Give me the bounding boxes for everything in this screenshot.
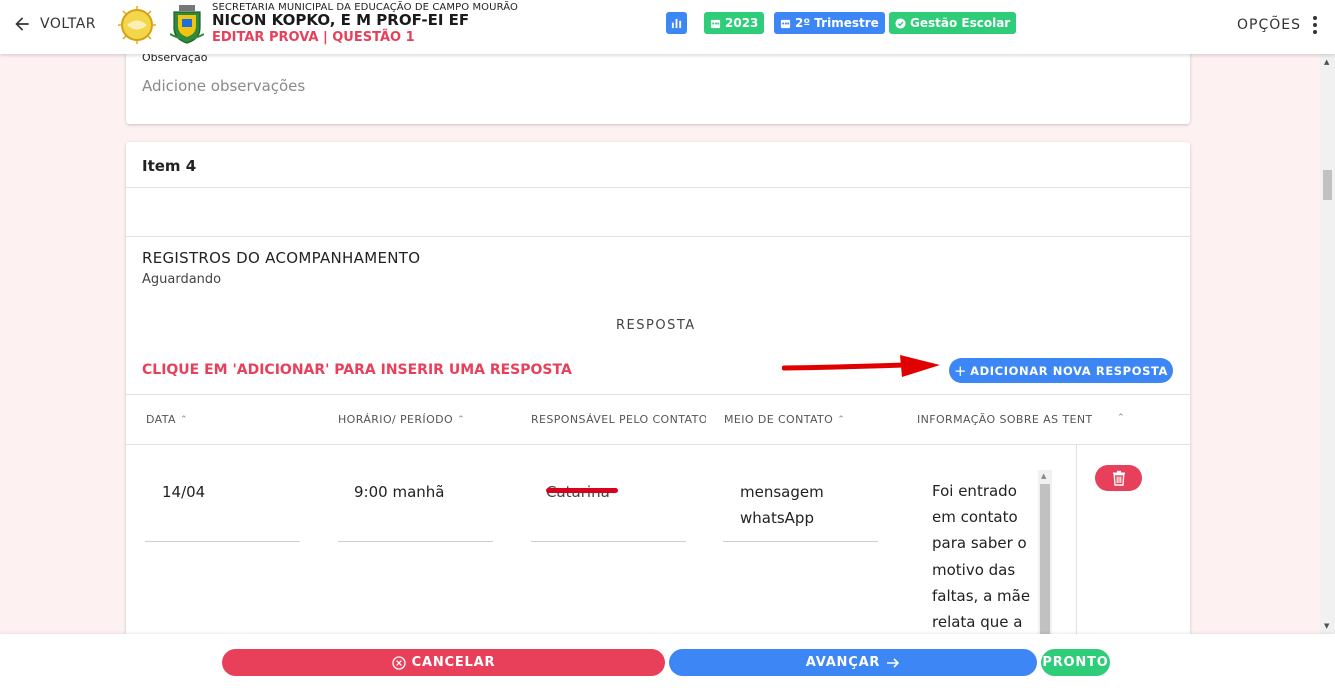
field-underline [531, 541, 686, 542]
top-bar: VOLTAR SECRETARIA MUNICIPAL DA EDUCAÇÃO … [0, 0, 1335, 54]
column-header-data[interactable]: DATA ⌃ [146, 413, 326, 426]
records-status: Aguardando [142, 272, 222, 287]
item-title: Item 4 [142, 157, 197, 175]
calendar-icon [710, 19, 721, 28]
module-label: Gestão Escolar [910, 16, 1011, 30]
field-underline [338, 541, 493, 542]
divider [126, 394, 1190, 395]
next-label: AVANÇAR [805, 655, 881, 670]
cell-horario[interactable]: 9:00 manhã [354, 479, 444, 505]
add-response-button[interactable]: + ADICIONAR NOVA RESPOSTA [949, 358, 1173, 383]
item-card: Item 4 REGISTROS DO ACOMPANHAMENTO Aguar… [126, 142, 1190, 666]
divider [126, 444, 1190, 445]
options-menu[interactable]: OPÇÕES [1237, 16, 1317, 34]
page-subheading: EDITAR PROVA | QUESTÃO 1 [212, 30, 415, 45]
year-label: 2023 [725, 16, 759, 30]
term-chip[interactable]: 2º Trimestre [774, 12, 885, 34]
trash-icon [1112, 470, 1125, 486]
cell-informacao[interactable]: Foi entrado em contato para saber o moti… [932, 478, 1040, 635]
arrow-right-icon [887, 657, 900, 668]
back-button[interactable]: VOLTAR [12, 14, 96, 34]
bar-chart-icon [671, 18, 682, 28]
column-header-actions[interactable]: ⌃ [1113, 413, 1125, 423]
close-circle-icon [392, 655, 406, 670]
column-header-informacao[interactable]: INFORMAÇÃO SOBRE AS TENTATIVAS [917, 413, 1092, 426]
red-arrow-annotation [782, 355, 940, 377]
divider [126, 236, 1190, 237]
calendar-icon [780, 19, 791, 28]
column-header-horario[interactable]: HORÁRIO/ PERÍODO ⌃ [338, 413, 518, 426]
term-label: 2º Trimestre [795, 16, 879, 30]
cancel-label: CANCELAR [411, 655, 496, 670]
field-underline [145, 541, 300, 542]
records-title: REGISTROS DO ACOMPANHAMENTO [142, 249, 421, 267]
done-button[interactable]: PRONTO [1041, 649, 1110, 676]
scroll-up-icon[interactable]: ▲ [1041, 472, 1046, 480]
next-button[interactable]: AVANÇAR [669, 649, 1037, 676]
cancel-button[interactable]: CANCELAR [222, 649, 665, 676]
cell-meio[interactable]: mensagem whatsApp [740, 479, 850, 531]
stats-chip[interactable] [666, 12, 687, 34]
arrow-left-icon [15, 17, 29, 31]
redaction-mark [546, 488, 618, 493]
done-label: PRONTO [1042, 655, 1109, 670]
delete-row-button[interactable] [1095, 465, 1142, 491]
divider [126, 187, 1190, 188]
field-underline [723, 541, 878, 542]
scroll-up-icon[interactable]: ▲ [1324, 58, 1329, 66]
secretaria-logo [118, 6, 156, 44]
municipality-crest [170, 5, 204, 44]
page-scrollbar[interactable]: ▲ ▼ [1320, 54, 1335, 634]
add-hint: CLIQUE EM 'ADICIONAR' PARA INSERIR UMA R… [142, 362, 572, 378]
page-scrollbar-thumb[interactable] [1323, 170, 1332, 200]
response-heading: RESPOSTA [616, 318, 696, 333]
year-chip[interactable]: 2023 [704, 12, 765, 34]
cell-data[interactable]: 14/04 [162, 479, 205, 505]
column-header-responsavel[interactable]: RESPONSÁVEL PELO CONTATO [531, 413, 706, 426]
options-label: OPÇÕES [1237, 17, 1301, 33]
back-label: VOLTAR [40, 16, 96, 32]
observation-input[interactable]: Adicione observações [142, 77, 305, 95]
scroll-down-icon[interactable]: ▼ [1324, 622, 1329, 630]
sort-icon: ⌃ [179, 414, 188, 425]
sort-icon: ⌃ [1117, 413, 1125, 423]
column-header-meio[interactable]: MEIO DE CONTATO ⌃ [724, 413, 904, 426]
school-title: NICON KOPKO, E M PROF-EI EF [212, 11, 470, 29]
module-chip[interactable]: Gestão Escolar [889, 12, 1017, 34]
column-separator [1076, 444, 1077, 662]
plus-icon: + [953, 361, 968, 380]
sort-icon: ⌃ [457, 414, 466, 425]
add-response-label: ADICIONAR NOVA RESPOSTA [970, 363, 1169, 378]
sort-icon: ⌃ [837, 414, 846, 425]
more-vertical-icon [1313, 16, 1317, 34]
bottom-action-bar: CANCELAR AVANÇAR PRONTO [0, 634, 1335, 688]
check-circle-icon [895, 17, 906, 29]
